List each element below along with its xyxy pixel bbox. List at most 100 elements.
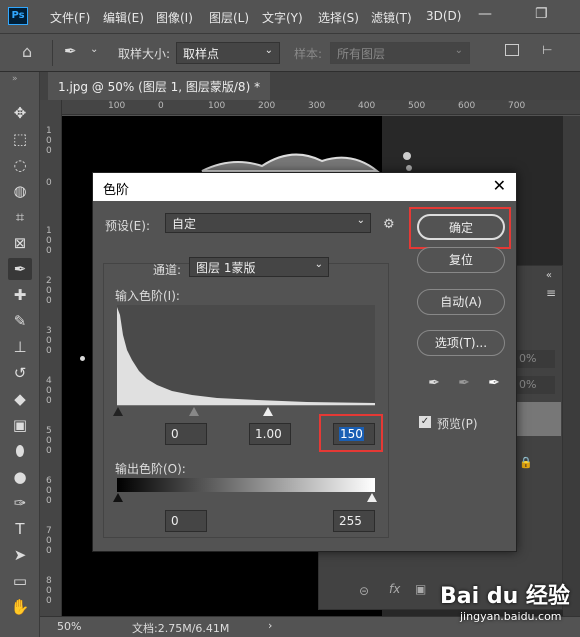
eyedropper-tool-icon[interactable]: ✒	[8, 258, 32, 280]
options-button[interactable]: 选项(T)...	[417, 330, 505, 356]
eyedropper-icon[interactable]: ✒	[64, 42, 77, 60]
move-tool-icon[interactable]: ✥	[8, 102, 32, 124]
black-eyedropper-icon[interactable]: ✒	[425, 375, 443, 393]
healing-tool-icon[interactable]: ✚	[8, 284, 32, 306]
sample-label: 样本:	[294, 47, 323, 61]
overflow-icon[interactable]: ⊢	[542, 43, 552, 57]
lock-icon: 🔒	[519, 456, 533, 469]
ok-button[interactable]: 确定	[417, 214, 505, 240]
menu-select[interactable]: 选择(S)	[318, 9, 359, 26]
watermark: Bai du 经验 jingyan.baidu.com	[440, 578, 580, 633]
output-white-slider[interactable]	[367, 493, 379, 503]
ruler-label: 400	[358, 101, 376, 111]
output-black-field[interactable]: 0	[165, 510, 207, 532]
zoom-level[interactable]: 50%	[57, 620, 81, 633]
watermark-url: jingyan.baidu.com	[460, 610, 562, 623]
gradient-tool-icon[interactable]: ▣	[8, 414, 32, 436]
canvas-dot	[80, 356, 85, 361]
ruler-label: 1 0 0	[46, 226, 52, 256]
menu-type[interactable]: 文字(Y)	[262, 9, 303, 26]
minimize-button[interactable]: —	[478, 6, 492, 22]
menu-layer[interactable]: 图层(L)	[209, 9, 249, 26]
sample-size-label: 取样大小:	[118, 47, 171, 61]
gear-icon[interactable]: ⚙	[383, 217, 395, 232]
type-tool-icon[interactable]: T	[8, 518, 32, 540]
output-white-field[interactable]: 255	[333, 510, 375, 532]
fx-icon[interactable]: fx	[389, 582, 400, 596]
hand-tool-icon[interactable]: ✋	[8, 596, 32, 618]
output-levels-label: 输出色阶(O):	[115, 462, 186, 476]
sample-size-select[interactable]: 取样点 ⌄	[176, 42, 280, 64]
menu-image[interactable]: 图像(I)	[156, 9, 193, 26]
home-icon[interactable]: ⌂	[22, 42, 32, 61]
preview-checkbox[interactable]: ✓	[419, 416, 431, 428]
tools-panel: » ✥ ⬚ ◌ ◍ ⌗ ⊠ ✒ ✚ ✎ ⊥ ↺ ◆ ▣ ⬮ ● ✑ T ➤ ▭ …	[0, 72, 40, 637]
auto-button[interactable]: 自动(A)	[417, 289, 505, 315]
chevron-right-icon[interactable]: ›	[268, 619, 272, 632]
input-black-slider[interactable]	[113, 407, 125, 417]
ruler-label: 100	[108, 101, 126, 111]
menu-filter[interactable]: 滤镜(T)	[371, 9, 412, 26]
close-icon[interactable]: ✕	[493, 176, 506, 195]
history-brush-tool-icon[interactable]: ↺	[8, 362, 32, 384]
lasso-tool-icon[interactable]: ◌	[8, 154, 32, 176]
white-eyedropper-icon[interactable]: ✒	[485, 375, 503, 393]
input-black-field[interactable]: 0	[165, 423, 207, 445]
dialog-title-bar: 色阶 ✕	[93, 173, 516, 201]
ruler-label: 1 0 0	[46, 126, 52, 156]
input-white-field[interactable]: 150	[333, 423, 375, 445]
preset-label: 预设(E):	[105, 219, 150, 233]
vertical-scrollbar[interactable]	[563, 116, 580, 616]
link-icon[interactable]: ⊝	[359, 584, 369, 598]
fill-field[interactable]: 0%	[517, 376, 555, 394]
input-gamma-slider[interactable]	[189, 407, 201, 417]
stamp-tool-icon[interactable]: ⊥	[8, 336, 32, 358]
ruler-label: 700	[508, 101, 526, 111]
brush-tool-icon[interactable]: ✎	[8, 310, 32, 332]
reset-button[interactable]: 复位	[417, 247, 505, 273]
marquee-tool-icon[interactable]: ⬚	[8, 128, 32, 150]
preset-select[interactable]: 自定 ⌄	[165, 213, 371, 233]
mask-icon[interactable]: ▣	[415, 582, 426, 596]
input-gamma-field[interactable]: 1.00	[249, 423, 291, 445]
frame-tool-icon[interactable]: ⊠	[8, 232, 32, 254]
ruler-label: 5 0 0	[46, 426, 52, 456]
menu-3d[interactable]: 3D(D)	[426, 9, 461, 23]
chevron-down-icon: ⌄	[264, 45, 273, 56]
blur-tool-icon[interactable]: ⬮	[8, 440, 32, 462]
eraser-tool-icon[interactable]: ◆	[8, 388, 32, 410]
ruler-label: 100	[208, 101, 226, 111]
crop-tool-icon[interactable]: ⌗	[8, 206, 32, 228]
sample-select[interactable]: 所有图层 ⌄	[330, 42, 470, 64]
panel-icon[interactable]	[505, 44, 519, 56]
panel-menu-icon[interactable]: ≡	[546, 286, 556, 300]
collapse-icon[interactable]: »	[12, 74, 18, 84]
document-tab[interactable]: 1.jpg @ 50% (图层 1, 图层蒙版/8) *	[48, 72, 271, 100]
layer-thumbnail[interactable]	[515, 402, 561, 436]
dodge-tool-icon[interactable]: ●	[8, 466, 32, 488]
input-white-slider[interactable]	[263, 407, 275, 417]
rectangle-tool-icon[interactable]: ▭	[8, 570, 32, 592]
restore-button[interactable]: ❐	[535, 6, 548, 22]
preset-value: 自定	[172, 217, 197, 231]
channel-label: 通道:	[153, 263, 182, 277]
channel-select[interactable]: 图层 1蒙版 ⌄	[189, 257, 329, 277]
output-black-slider[interactable]	[113, 493, 125, 503]
input-white-value: 150	[339, 427, 364, 441]
path-select-tool-icon[interactable]: ➤	[8, 544, 32, 566]
chevron-down-icon: ⌄	[356, 215, 365, 226]
histogram	[117, 305, 375, 405]
ruler-label: 0	[46, 178, 52, 188]
pen-tool-icon[interactable]: ✑	[8, 492, 32, 514]
chevron-down-icon[interactable]: ⌄	[90, 44, 98, 55]
panel-collapse-icon[interactable]: «	[546, 270, 552, 281]
quick-select-tool-icon[interactable]: ◍	[8, 180, 32, 202]
menu-edit[interactable]: 编辑(E)	[103, 9, 144, 26]
levels-dialog: 色阶 ✕ 预设(E): 自定 ⌄ ⚙ 通道: 图层 1蒙版 ⌄ 输入色阶(I):…	[92, 172, 517, 552]
ruler-label: 300	[308, 101, 326, 111]
channel-value: 图层 1蒙版	[196, 261, 256, 275]
opacity-field[interactable]: 0%	[517, 350, 555, 368]
menu-file[interactable]: 文件(F)	[50, 9, 90, 26]
gray-eyedropper-icon[interactable]: ✒	[455, 375, 473, 393]
document-size: 文档:2.75M/6.41M	[132, 622, 230, 635]
